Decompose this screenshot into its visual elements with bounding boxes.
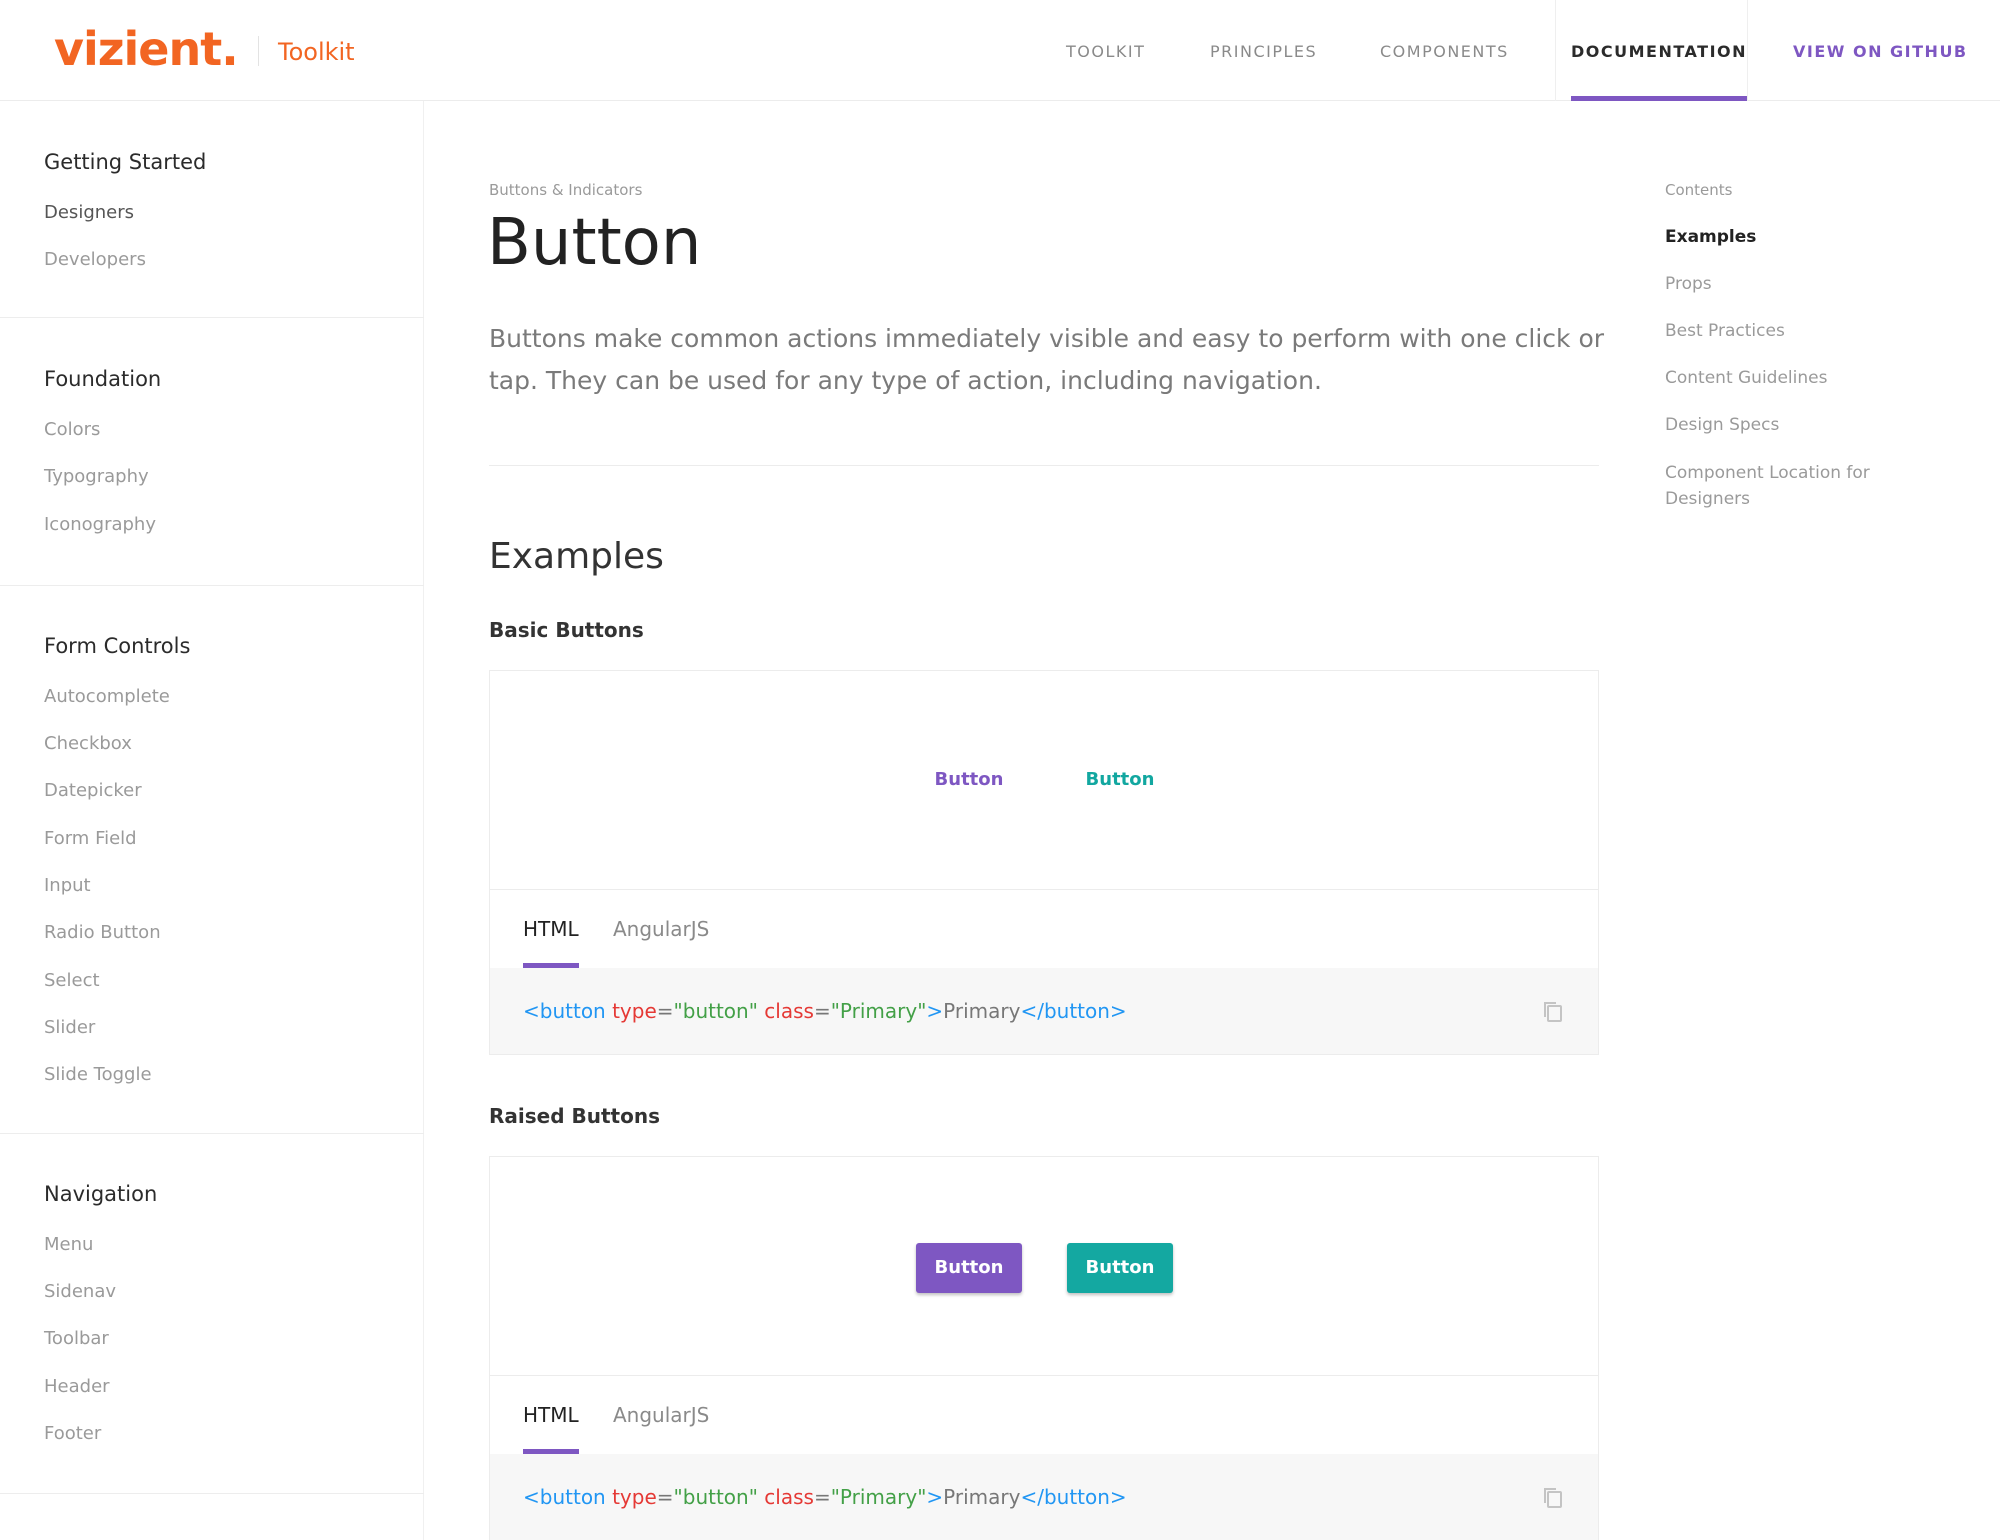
sidebar-item-iconography[interactable]: Iconography xyxy=(44,514,156,535)
code-equals: = xyxy=(656,999,674,1023)
code-tag-gt: > xyxy=(926,1485,944,1509)
toc-item-component-location[interactable]: Component Location for Designers xyxy=(1665,460,1915,512)
nav-components[interactable]: COMPONENTS xyxy=(1380,0,1509,101)
breadcrumb[interactable]: Buttons & Indicators xyxy=(489,181,642,199)
sidebar-item-radio-button[interactable]: Radio Button xyxy=(44,922,161,943)
code-equals: = xyxy=(656,1485,674,1509)
basic-primary-button[interactable]: Button xyxy=(916,755,1022,805)
tab-html[interactable]: HTML xyxy=(523,1376,579,1454)
sidebar-item-select[interactable]: Select xyxy=(44,970,100,991)
code-tabs: HTML AngularJS xyxy=(490,890,1598,968)
sidebar-item-datepicker[interactable]: Datepicker xyxy=(44,780,142,801)
code-snippet: <button type="button" class="Primary">Pr… xyxy=(490,1454,1598,1540)
tab-angularjs[interactable]: AngularJS xyxy=(613,890,709,968)
code-line: <button type="button" class="Primary">Pr… xyxy=(523,1454,1127,1540)
code-value-type: "button" xyxy=(673,1485,758,1509)
sidebar-item-footer[interactable]: Footer xyxy=(44,1423,101,1444)
page-intro: Buttons make common actions immediately … xyxy=(489,324,1605,395)
sidebar-item-designers[interactable]: Designers xyxy=(44,202,134,223)
code-tabs: HTML AngularJS xyxy=(490,1376,1598,1454)
sidebar-group-title: Navigation xyxy=(44,1182,158,1206)
sidebar-divider xyxy=(0,585,424,586)
code-attr-class: class xyxy=(764,999,814,1023)
toc-item-design-specs[interactable]: Design Specs xyxy=(1665,412,1925,438)
code-tag-close: </button> xyxy=(1020,999,1127,1023)
nav-principles[interactable]: PRINCIPLES xyxy=(1210,0,1317,101)
toc-item-best-practices[interactable]: Best Practices xyxy=(1665,318,1925,344)
code-snippet: <button type="button" class="Primary">Pr… xyxy=(490,968,1598,1054)
sidebar-group-title: Foundation xyxy=(44,367,162,391)
sidebar-item-slider[interactable]: Slider xyxy=(44,1017,95,1038)
toc-item-examples[interactable]: Examples xyxy=(1665,224,1925,250)
nav-separator xyxy=(1555,0,1556,101)
sidebar-group-title: Getting Started xyxy=(44,150,207,174)
content-divider xyxy=(489,465,1599,466)
toc-item-content-guidelines[interactable]: Content Guidelines xyxy=(1665,365,1925,391)
nav-documentation[interactable]: DOCUMENTATION xyxy=(1571,0,1748,101)
code-attr-type: type xyxy=(612,999,657,1023)
vizient-logo[interactable]: vizient. xyxy=(54,22,239,76)
section-title-examples: Examples xyxy=(489,536,664,577)
code-attr-class: class xyxy=(764,1485,814,1509)
sidebar-divider xyxy=(0,1133,424,1134)
example-title-basic-buttons: Basic Buttons xyxy=(489,618,644,642)
sidebar-item-checkbox[interactable]: Checkbox xyxy=(44,733,132,754)
tab-html[interactable]: HTML xyxy=(523,890,579,968)
toc-item-props[interactable]: Props xyxy=(1665,271,1925,297)
raised-primary-button[interactable]: Button xyxy=(916,1243,1022,1293)
copy-icon[interactable] xyxy=(1542,1000,1564,1024)
sidebar-item-sidenav[interactable]: Sidenav xyxy=(44,1281,116,1302)
code-tag-open: <button xyxy=(523,999,606,1023)
sidebar-divider xyxy=(0,317,424,318)
example-title-raised-buttons: Raised Buttons xyxy=(489,1104,660,1128)
code-attr-type: type xyxy=(612,1485,657,1509)
code-value-class: "Primary" xyxy=(830,999,927,1023)
product-name[interactable]: Toolkit xyxy=(278,38,355,66)
tab-angularjs[interactable]: AngularJS xyxy=(613,1376,709,1454)
nav-toolkit[interactable]: TOOLKIT xyxy=(1066,0,1145,101)
sidebar-item-autocomplete[interactable]: Autocomplete xyxy=(44,686,170,707)
sidebar-item-form-field[interactable]: Form Field xyxy=(44,828,137,849)
page-title: Button xyxy=(487,206,702,280)
code-value-type: "button" xyxy=(673,999,758,1023)
sidebar-item-menu[interactable]: Menu xyxy=(44,1234,93,1255)
basic-accent-button[interactable]: Button xyxy=(1067,755,1173,805)
sidebar-item-input[interactable]: Input xyxy=(44,875,91,896)
example-card-basic: Button Button HTML AngularJS <button typ… xyxy=(489,670,1599,1055)
code-equals: = xyxy=(813,1485,831,1509)
sidebar-group-title: Form Controls xyxy=(44,634,191,658)
code-value-class: "Primary" xyxy=(830,1485,927,1509)
code-text: Primary xyxy=(943,1485,1021,1509)
header-divider xyxy=(258,36,259,66)
sidebar-item-colors[interactable]: Colors xyxy=(44,419,100,440)
copy-icon[interactable] xyxy=(1542,1486,1564,1510)
sidebar: Getting Started Designers Developers Fou… xyxy=(0,101,424,1540)
raised-accent-button[interactable]: Button xyxy=(1067,1243,1173,1293)
sidebar-item-slide-toggle[interactable]: Slide Toggle xyxy=(44,1064,152,1085)
sidebar-item-typography[interactable]: Typography xyxy=(44,466,149,487)
sidebar-divider xyxy=(0,1493,424,1494)
sidebar-item-header[interactable]: Header xyxy=(44,1376,110,1397)
code-tag-open: <button xyxy=(523,1485,606,1509)
example-demo-area: Button Button xyxy=(490,1157,1598,1376)
sidebar-item-developers[interactable]: Developers xyxy=(44,249,146,270)
example-card-raised: Button Button HTML AngularJS <button typ… xyxy=(489,1156,1599,1540)
code-line: <button type="button" class="Primary">Pr… xyxy=(523,968,1127,1054)
toc-heading: Contents xyxy=(1665,181,1733,199)
code-tag-gt: > xyxy=(926,999,944,1023)
sidebar-item-toolbar[interactable]: Toolbar xyxy=(44,1328,109,1349)
code-tag-close: </button> xyxy=(1020,1485,1127,1509)
code-text: Primary xyxy=(943,999,1021,1023)
top-header: vizient. Toolkit TOOLKIT PRINCIPLES COMP… xyxy=(0,0,2000,101)
nav-separator xyxy=(1747,0,1748,101)
example-demo-area: Button Button xyxy=(490,671,1598,890)
code-equals: = xyxy=(813,999,831,1023)
nav-view-on-github[interactable]: VIEW ON GITHUB xyxy=(1793,0,1968,101)
